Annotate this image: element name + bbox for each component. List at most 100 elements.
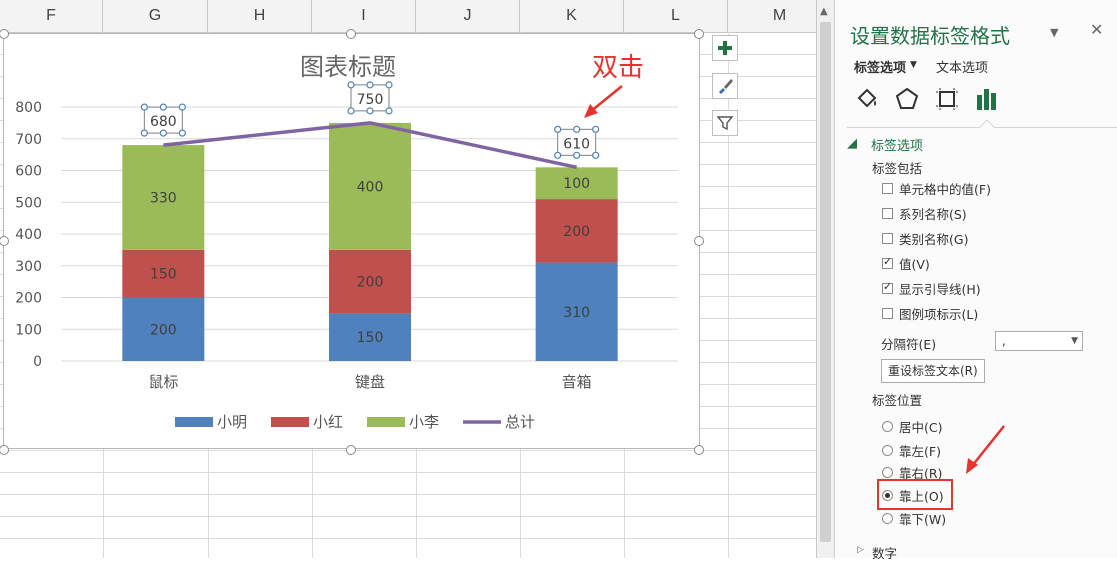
checkbox[interactable] — [882, 280, 893, 294]
radio[interactable] — [882, 420, 893, 432]
scrollbar-thumb[interactable] — [820, 22, 831, 542]
bar-data-label: 330 — [150, 190, 177, 206]
checkbox-cell-value[interactable]: 单元格中的值(F) — [882, 179, 991, 197]
legend-swatch — [367, 417, 405, 427]
checkbox-value[interactable]: 值(V) — [882, 254, 930, 272]
chart-title: 图表标题 — [300, 53, 396, 81]
scroll-up-icon[interactable]: ▲ — [820, 6, 828, 17]
checkbox[interactable] — [882, 182, 893, 194]
label-options-collapse-icon[interactable]: ◢ — [847, 136, 857, 151]
column-header-f[interactable]: F — [0, 0, 103, 32]
label-selection-handle — [347, 81, 355, 89]
chart-resize-handle[interactable] — [694, 236, 704, 246]
radio-below[interactable]: 靠下(W) — [882, 509, 946, 527]
checkbox-legend-key[interactable]: 图例项标示(L) — [882, 304, 978, 322]
column-header-i[interactable]: I — [312, 0, 416, 32]
checkbox-label: 类别名称(G) — [899, 231, 969, 247]
label-selection-handle — [159, 129, 167, 137]
total-data-label: 680 — [150, 114, 177, 130]
radio[interactable] — [882, 512, 893, 524]
chart-styles-button[interactable] — [712, 73, 738, 99]
vertical-scrollbar[interactable]: ▲ — [816, 0, 835, 558]
label-options-bar-chart-icon[interactable] — [974, 86, 1000, 112]
section-number[interactable]: 数字 — [872, 543, 897, 562]
separator-value: , — [1002, 334, 1006, 348]
label-selection-handle — [366, 107, 374, 115]
chart-elements-button[interactable] — [712, 35, 738, 61]
number-expand-icon[interactable]: ▷ — [857, 545, 864, 555]
chart-filters-button[interactable] — [712, 110, 738, 136]
label-selection-handle — [159, 103, 167, 111]
column-header-g[interactable]: G — [103, 0, 208, 32]
y-tick-label: 500 — [15, 195, 42, 211]
y-tick-label: 600 — [15, 164, 42, 180]
tab-dropdown-icon[interactable]: ▼ — [910, 60, 917, 70]
section-label-options[interactable]: 标签选项 — [871, 135, 923, 154]
chart-resize-handle[interactable] — [346, 445, 356, 455]
bar-data-label: 150 — [150, 267, 177, 283]
label-selection-handle — [140, 129, 148, 137]
red-arrow-icon — [584, 85, 623, 118]
highlight-annotation-box — [877, 479, 953, 510]
legend-label: 小明 — [217, 413, 247, 431]
chart-resize-handle[interactable] — [694, 29, 704, 39]
label-selection-handle — [554, 125, 562, 133]
brush-icon — [719, 79, 733, 94]
total-data-label: 610 — [563, 136, 590, 152]
column-header-k[interactable]: K — [520, 0, 624, 32]
pane-title: 设置数据标签格式 — [850, 24, 1010, 48]
pane-options-dropdown-icon[interactable]: ▼ — [1050, 26, 1058, 39]
bar-data-label: 100 — [563, 176, 590, 192]
column-header-j[interactable]: J — [416, 0, 520, 32]
chevron-down-icon: ▼ — [1071, 336, 1078, 346]
checkbox[interactable] — [882, 307, 893, 319]
bar-data-label: 200 — [563, 224, 590, 240]
radio[interactable] — [882, 466, 893, 478]
effects-pentagon-icon[interactable] — [894, 86, 920, 112]
radio-left[interactable]: 靠左(F) — [882, 441, 941, 459]
y-tick-label: 0 — [33, 354, 42, 370]
bar-data-label: 200 — [357, 275, 384, 291]
legend-label: 小李 — [409, 413, 439, 431]
column-header-h[interactable]: H — [208, 0, 312, 32]
fill-line-icon[interactable] — [854, 86, 880, 112]
radio-label: 居中(C) — [899, 419, 943, 435]
radio[interactable] — [882, 444, 893, 456]
bar-data-label: 400 — [357, 179, 384, 195]
separator-select[interactable]: , ▼ — [995, 331, 1083, 351]
column-header-m[interactable]: M — [728, 0, 816, 32]
checkbox-label: 单元格中的值(F) — [899, 181, 991, 197]
tab-label-options[interactable]: 标签选项 — [854, 57, 906, 76]
checkbox-category-name[interactable]: 类别名称(G) — [882, 229, 968, 247]
gridline — [0, 538, 816, 539]
close-icon[interactable]: ✕ — [1090, 20, 1103, 39]
tab-text-options[interactable]: 文本选项 — [936, 57, 988, 76]
radio-label: 靠下(W) — [899, 511, 947, 527]
radio-center[interactable]: 居中(C) — [882, 417, 942, 435]
x-category-label: 鼠标 — [148, 373, 178, 391]
plus-icon — [718, 41, 732, 55]
size-properties-icon[interactable] — [934, 86, 960, 112]
filter-icon — [717, 116, 733, 131]
bar-data-label: 200 — [150, 322, 177, 338]
checkbox[interactable] — [882, 207, 893, 219]
column-header-l[interactable]: L — [624, 0, 728, 32]
y-tick-label: 700 — [15, 132, 42, 148]
y-tick-label: 800 — [15, 100, 42, 116]
label-selection-handle — [592, 125, 600, 133]
y-tick-label: 100 — [15, 322, 42, 338]
chart-resize-handle[interactable] — [346, 29, 356, 39]
checkbox-leader-lines[interactable]: 显示引导线(H) — [882, 279, 981, 297]
chart-resize-handle[interactable] — [694, 445, 704, 455]
reset-label-text-button[interactable]: 重设标签文本(R) — [881, 359, 985, 383]
label-contains-heading: 标签包括 — [872, 161, 923, 176]
checkbox[interactable] — [882, 255, 893, 269]
bar-data-label: 150 — [357, 330, 384, 346]
checkbox[interactable] — [882, 232, 893, 244]
y-tick-label: 200 — [15, 291, 42, 307]
checkbox-label: 显示引导线(H) — [899, 281, 981, 297]
label-selection-handle — [178, 129, 186, 137]
radio-label: 靠左(F) — [899, 443, 941, 459]
column-header-row: F G H I J K L M — [0, 0, 816, 33]
checkbox-series-name[interactable]: 系列名称(S) — [882, 204, 967, 222]
